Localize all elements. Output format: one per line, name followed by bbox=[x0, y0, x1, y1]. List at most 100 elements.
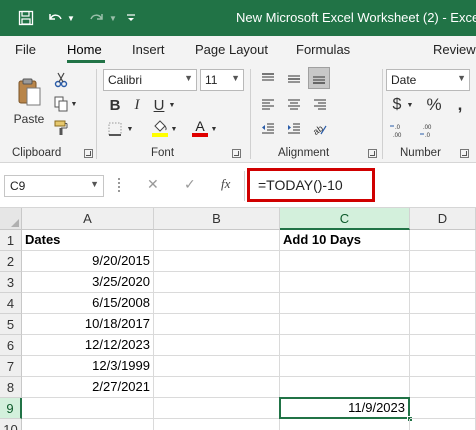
cell-c7[interactable] bbox=[280, 356, 410, 377]
cell-c1[interactable]: Add 10 Days bbox=[280, 230, 410, 251]
increase-decimal-icon[interactable]: .0.00 bbox=[388, 121, 410, 139]
alignment-launcher-icon[interactable] bbox=[368, 149, 377, 158]
underline-button[interactable]: U bbox=[150, 95, 168, 115]
row-header-1[interactable]: 1 bbox=[0, 230, 22, 251]
paste-button[interactable]: Paste bbox=[10, 71, 48, 131]
copy-dropdown-icon[interactable]: ▼ bbox=[70, 99, 78, 109]
row-header-7[interactable]: 7 bbox=[0, 356, 22, 377]
cell-d2[interactable] bbox=[410, 251, 476, 272]
cell-a2[interactable]: 9/20/2015 bbox=[22, 251, 154, 272]
decrease-decimal-icon[interactable]: .00.0 bbox=[418, 121, 440, 139]
cell-a3[interactable]: 3/25/2020 bbox=[22, 272, 154, 293]
font-size-combo[interactable]: 11 ▼ bbox=[200, 69, 244, 91]
cell-c4[interactable] bbox=[280, 293, 410, 314]
align-top-icon[interactable] bbox=[258, 69, 278, 89]
cell-c2[interactable] bbox=[280, 251, 410, 272]
column-header-d[interactable]: D bbox=[410, 208, 476, 230]
cell-c5[interactable] bbox=[280, 314, 410, 335]
cell-d6[interactable] bbox=[410, 335, 476, 356]
font-color-icon[interactable]: A bbox=[190, 117, 210, 139]
cell-a5[interactable]: 10/18/2017 bbox=[22, 314, 154, 335]
cell-b2[interactable] bbox=[154, 251, 280, 272]
cell-d4[interactable] bbox=[410, 293, 476, 314]
name-box[interactable]: C9 ▼ bbox=[4, 175, 104, 197]
cell-d3[interactable] bbox=[410, 272, 476, 293]
align-right-icon[interactable] bbox=[310, 95, 330, 115]
cell-c6[interactable] bbox=[280, 335, 410, 356]
fill-color-icon[interactable] bbox=[150, 117, 170, 139]
cell-c9[interactable]: 11/9/2023 bbox=[279, 397, 410, 419]
clipboard-launcher-icon[interactable] bbox=[84, 149, 93, 158]
cell-b8[interactable] bbox=[154, 377, 280, 398]
bold-button[interactable]: B bbox=[106, 95, 124, 115]
cell-d9[interactable] bbox=[410, 398, 476, 419]
cell-c8[interactable] bbox=[280, 377, 410, 398]
cancel-icon[interactable]: ✕ bbox=[147, 176, 159, 193]
cell-d7[interactable] bbox=[410, 356, 476, 377]
column-header-c[interactable]: C bbox=[280, 208, 410, 230]
cut-icon[interactable] bbox=[52, 71, 70, 89]
cell-d10[interactable] bbox=[410, 419, 476, 430]
cell-a6[interactable]: 12/12/2023 bbox=[22, 335, 154, 356]
tab-home[interactable]: Home bbox=[67, 42, 102, 57]
orientation-icon[interactable]: ab bbox=[310, 119, 330, 139]
undo-dropdown-icon[interactable]: ▼ bbox=[66, 7, 76, 29]
cell-c10[interactable] bbox=[280, 419, 410, 430]
tab-insert[interactable]: Insert bbox=[132, 42, 165, 57]
number-format-combo[interactable]: Date ▼ bbox=[386, 69, 470, 91]
row-header-5[interactable]: 5 bbox=[0, 314, 22, 335]
save-icon[interactable] bbox=[14, 7, 38, 29]
decrease-indent-icon[interactable] bbox=[258, 119, 278, 139]
cell-d8[interactable] bbox=[410, 377, 476, 398]
row-header-3[interactable]: 3 bbox=[0, 272, 22, 293]
align-center-icon[interactable] bbox=[284, 95, 304, 115]
font-launcher-icon[interactable] bbox=[232, 149, 241, 158]
currency-dropdown-icon[interactable]: ▼ bbox=[406, 99, 414, 111]
comma-style-icon[interactable]: , bbox=[452, 95, 468, 115]
currency-icon[interactable]: $ bbox=[388, 95, 406, 115]
cell-a10[interactable] bbox=[22, 419, 154, 430]
cell-a1[interactable]: Dates bbox=[22, 230, 154, 251]
cell-b6[interactable] bbox=[154, 335, 280, 356]
percent-icon[interactable]: % bbox=[424, 95, 444, 115]
cell-a4[interactable]: 6/15/2008 bbox=[22, 293, 154, 314]
cell-c3[interactable] bbox=[280, 272, 410, 293]
cell-a8[interactable]: 2/27/2021 bbox=[22, 377, 154, 398]
enter-icon[interactable]: ✓ bbox=[184, 176, 196, 193]
increase-indent-icon[interactable] bbox=[284, 119, 304, 139]
cell-b1[interactable] bbox=[154, 230, 280, 251]
tab-page-layout[interactable]: Page Layout bbox=[195, 42, 268, 57]
cell-b9[interactable] bbox=[154, 398, 280, 419]
select-all-button[interactable] bbox=[0, 208, 22, 230]
cell-a9[interactable] bbox=[22, 398, 154, 419]
cell-d1[interactable] bbox=[410, 230, 476, 251]
number-launcher-icon[interactable] bbox=[460, 149, 469, 158]
cell-d5[interactable] bbox=[410, 314, 476, 335]
underline-dropdown-icon[interactable]: ▼ bbox=[168, 99, 176, 111]
borders-dropdown-icon[interactable]: ▼ bbox=[126, 123, 134, 135]
cell-b7[interactable] bbox=[154, 356, 280, 377]
column-header-a[interactable]: A bbox=[22, 208, 154, 230]
redo-dropdown-icon[interactable]: ▼ bbox=[108, 7, 118, 29]
row-header-6[interactable]: 6 bbox=[0, 335, 22, 356]
borders-icon[interactable] bbox=[106, 119, 124, 139]
tab-file[interactable]: File bbox=[15, 42, 36, 57]
redo-icon[interactable] bbox=[86, 7, 108, 29]
insert-function-icon[interactable]: fx bbox=[221, 176, 230, 192]
column-header-b[interactable]: B bbox=[154, 208, 280, 230]
tab-formulas[interactable]: Formulas bbox=[296, 42, 350, 57]
italic-button[interactable]: I bbox=[128, 95, 146, 115]
cell-a7[interactable]: 12/3/1999 bbox=[22, 356, 154, 377]
align-middle-icon[interactable] bbox=[284, 69, 304, 89]
cell-b4[interactable] bbox=[154, 293, 280, 314]
row-header-4[interactable]: 4 bbox=[0, 293, 22, 314]
customize-toolbar-icon[interactable] bbox=[124, 7, 138, 29]
tab-review[interactable]: Review bbox=[433, 42, 476, 57]
row-header-8[interactable]: 8 bbox=[0, 377, 22, 398]
row-header-2[interactable]: 2 bbox=[0, 251, 22, 272]
align-bottom-icon[interactable] bbox=[308, 67, 330, 89]
copy-icon[interactable] bbox=[52, 95, 70, 113]
format-painter-icon[interactable] bbox=[52, 119, 70, 137]
row-header-9[interactable]: 9 bbox=[0, 398, 22, 419]
align-left-icon[interactable] bbox=[258, 95, 278, 115]
